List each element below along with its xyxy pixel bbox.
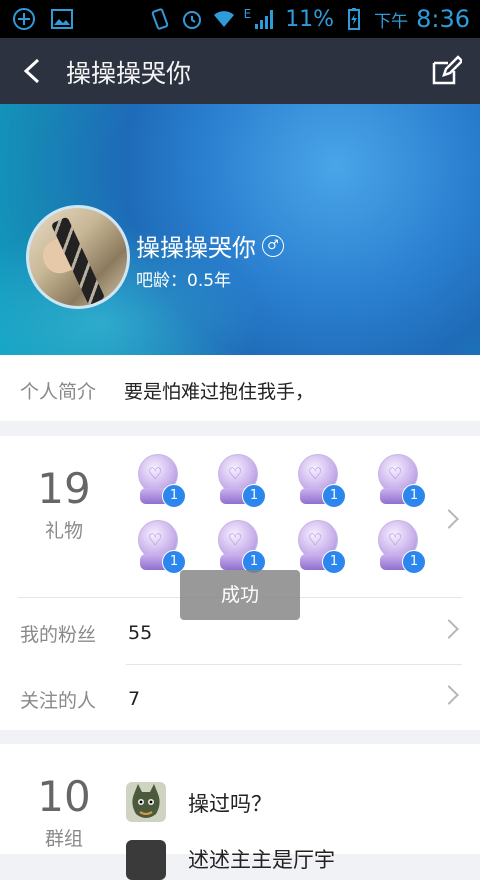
network-type: E: [243, 7, 252, 21]
heart-icon: ♡: [308, 464, 323, 483]
profile-name: 操操操哭你: [136, 234, 256, 262]
toast-message: 成功: [180, 570, 300, 620]
gift-badge: 1: [402, 484, 426, 508]
intro-label: 个人简介: [20, 381, 97, 403]
status-bar: E 11% 下午 8:36: [0, 0, 480, 38]
gift-badge: 1: [322, 484, 346, 508]
following-value[interactable]: 7: [128, 688, 140, 710]
profile-name-row: 操操操哭你 ♂: [136, 228, 284, 263]
clock: 8:36: [416, 5, 470, 33]
divider: [126, 664, 462, 665]
gift-badge: 1: [402, 550, 426, 574]
gift-label: 礼物: [44, 520, 83, 542]
edit-icon[interactable]: [430, 55, 462, 87]
gift-item[interactable]: ♡ 1: [374, 520, 426, 574]
group-item-name[interactable]: 操过吗？: [188, 788, 272, 818]
gift-item[interactable]: ♡ 1: [134, 520, 186, 574]
gift-item[interactable]: ♡ 1: [374, 454, 426, 508]
chevron-left-icon[interactable]: [18, 56, 48, 86]
gift-item[interactable]: ♡ 1: [214, 454, 266, 508]
intro-text: 要是怕难过抱住我手，: [124, 381, 315, 403]
title-bar: 操操操哭你: [0, 38, 480, 104]
fans-label: 我的粉丝: [20, 624, 97, 646]
heart-icon: ♡: [228, 464, 243, 483]
add-circle-icon: [13, 8, 35, 30]
following-chevron-right-icon[interactable]: [439, 685, 459, 705]
intro-card: 个人简介 要是怕难过抱住我手，: [0, 355, 480, 421]
gift-badge: 1: [162, 484, 186, 508]
heart-icon: ♡: [148, 530, 163, 549]
gift-item[interactable]: ♡ 1: [294, 454, 346, 508]
profile-header: 操操操哭你 ♂ 吧龄：0.5年: [0, 104, 480, 355]
vibrate-icon: [151, 8, 168, 30]
following-label: 关注的人: [20, 690, 97, 712]
image-icon: [51, 9, 73, 29]
gift-item[interactable]: ♡ 1: [294, 520, 346, 574]
heart-icon: ♡: [148, 464, 163, 483]
male-icon: ♂: [262, 234, 284, 257]
group-avatar[interactable]: [126, 840, 166, 880]
heart-icon: ♡: [308, 530, 323, 549]
heart-icon: ♡: [388, 530, 403, 549]
group-avatar[interactable]: [126, 782, 166, 822]
gift-item[interactable]: ♡ 1: [214, 520, 266, 574]
avatar[interactable]: [26, 205, 130, 309]
alarm-icon: [182, 11, 201, 29]
time-period: 下午: [374, 11, 409, 32]
battery-percent: 11%: [285, 6, 335, 32]
gift-item[interactable]: ♡ 1: [134, 454, 186, 508]
group-item-name[interactable]: 述述主主是厅宇: [188, 844, 335, 874]
profile-age: 吧龄：0.5年: [136, 271, 232, 291]
gift-badge: 1: [242, 484, 266, 508]
gift-count: 19: [37, 464, 91, 513]
groups-card: 10 群组 操过吗？ 述述主主是厅宇: [0, 744, 480, 880]
fans-value[interactable]: 55: [128, 622, 152, 644]
heart-icon: ♡: [388, 464, 403, 483]
battery-icon: [348, 8, 361, 30]
group-count: 10: [37, 772, 91, 821]
cat-face-icon: [132, 784, 160, 818]
wifi-icon: [213, 11, 234, 27]
fans-chevron-right-icon[interactable]: [439, 619, 459, 639]
page-title: 操操操哭你: [66, 59, 192, 88]
heart-icon: ♡: [228, 530, 243, 549]
group-label: 群组: [44, 828, 83, 850]
signal-icon: [255, 10, 274, 29]
gifts-chevron-right-icon[interactable]: [439, 509, 459, 529]
gift-badge: 1: [322, 550, 346, 574]
